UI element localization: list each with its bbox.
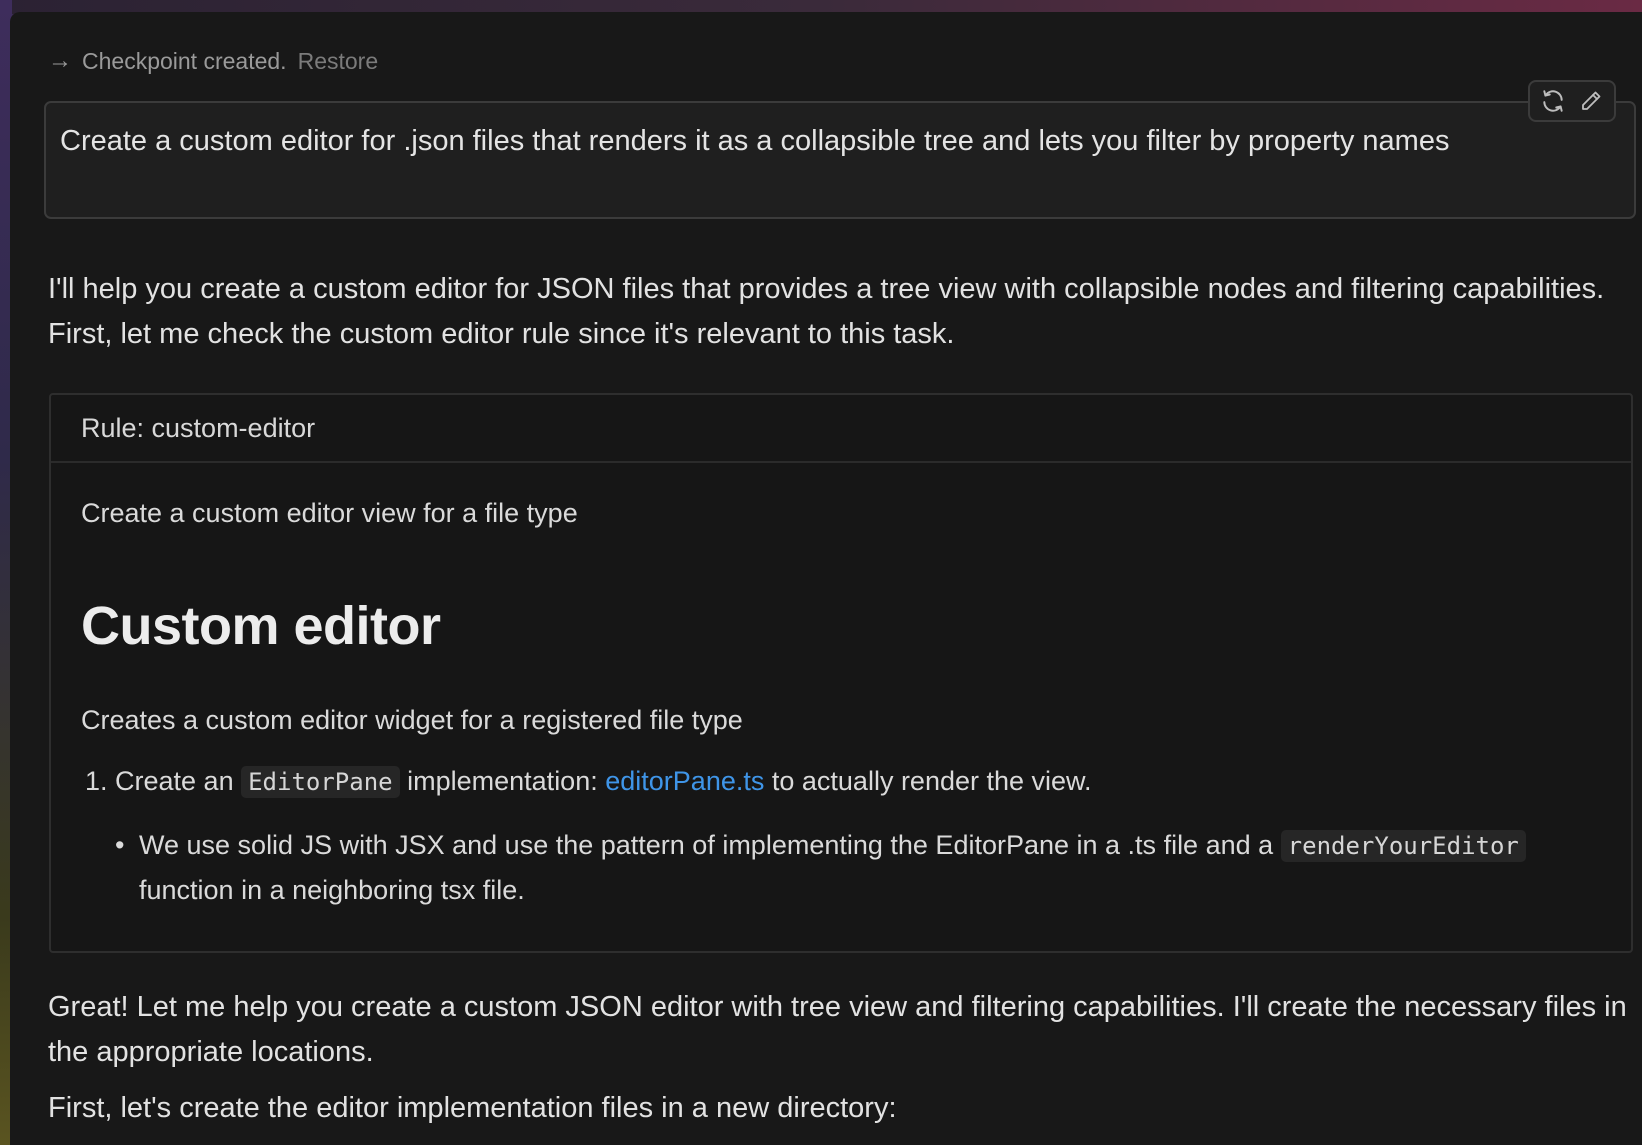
assistant-next-text: First, let's create the editor implement…	[48, 1092, 897, 1124]
rule-step-1: 1. Create an EditorPane implementation: …	[85, 759, 1092, 804]
checkpoint-text: Checkpoint created.	[82, 47, 287, 74]
rule-card[interactable]: Rule: custom-editor Create a custom edit…	[49, 393, 1633, 953]
regenerate-button[interactable]	[1536, 84, 1570, 118]
user-prompt-text: Create a custom editor for .json files t…	[60, 125, 1450, 157]
rule-header: Rule: custom-editor	[51, 395, 1631, 463]
editorpane-link[interactable]: editorPane.ts	[605, 766, 764, 796]
step-suffix: to actually render the view.	[771, 766, 1092, 796]
assistant-followup-text: Great! Let me help you create a custom J…	[48, 991, 1627, 1068]
user-prompt-bubble[interactable]: Create a custom editor for .json files t…	[44, 101, 1636, 219]
edit-button[interactable]	[1574, 84, 1608, 118]
rule-subheading: Creates a custom editor widget for a reg…	[81, 705, 743, 735]
prompt-actions	[1528, 80, 1616, 122]
assistant-intro-text: I'll help you create a custom editor for…	[48, 273, 1605, 350]
step-code: EditorPane	[241, 766, 400, 798]
bullet-text: We use solid JS with JSX and use the pat…	[139, 830, 1274, 860]
rule-body: Create a custom editor view for a file t…	[51, 463, 1631, 951]
rule-bullet-2: These files can live in vscode/src/workb…	[115, 941, 1579, 951]
refresh-icon	[1543, 90, 1563, 112]
checkpoint-notice: → Checkpoint created. Restore	[48, 45, 378, 77]
restore-button[interactable]: Restore	[298, 48, 379, 75]
bullet-suffix: function in a neighboring tsx file.	[139, 875, 525, 905]
step-middle: implementation:	[407, 766, 598, 796]
bullet-code: renderYourEditor	[1280, 830, 1526, 862]
rule-heading: Custom editor	[81, 596, 441, 656]
arrow-right-icon: →	[48, 47, 72, 74]
rule-description: Create a custom editor view for a file t…	[81, 498, 578, 528]
pencil-icon	[1582, 91, 1601, 110]
rule-bullet-1: We use solid JS with JSX and use the pat…	[115, 823, 1579, 912]
step-prefix: 1. Create an	[85, 766, 234, 796]
